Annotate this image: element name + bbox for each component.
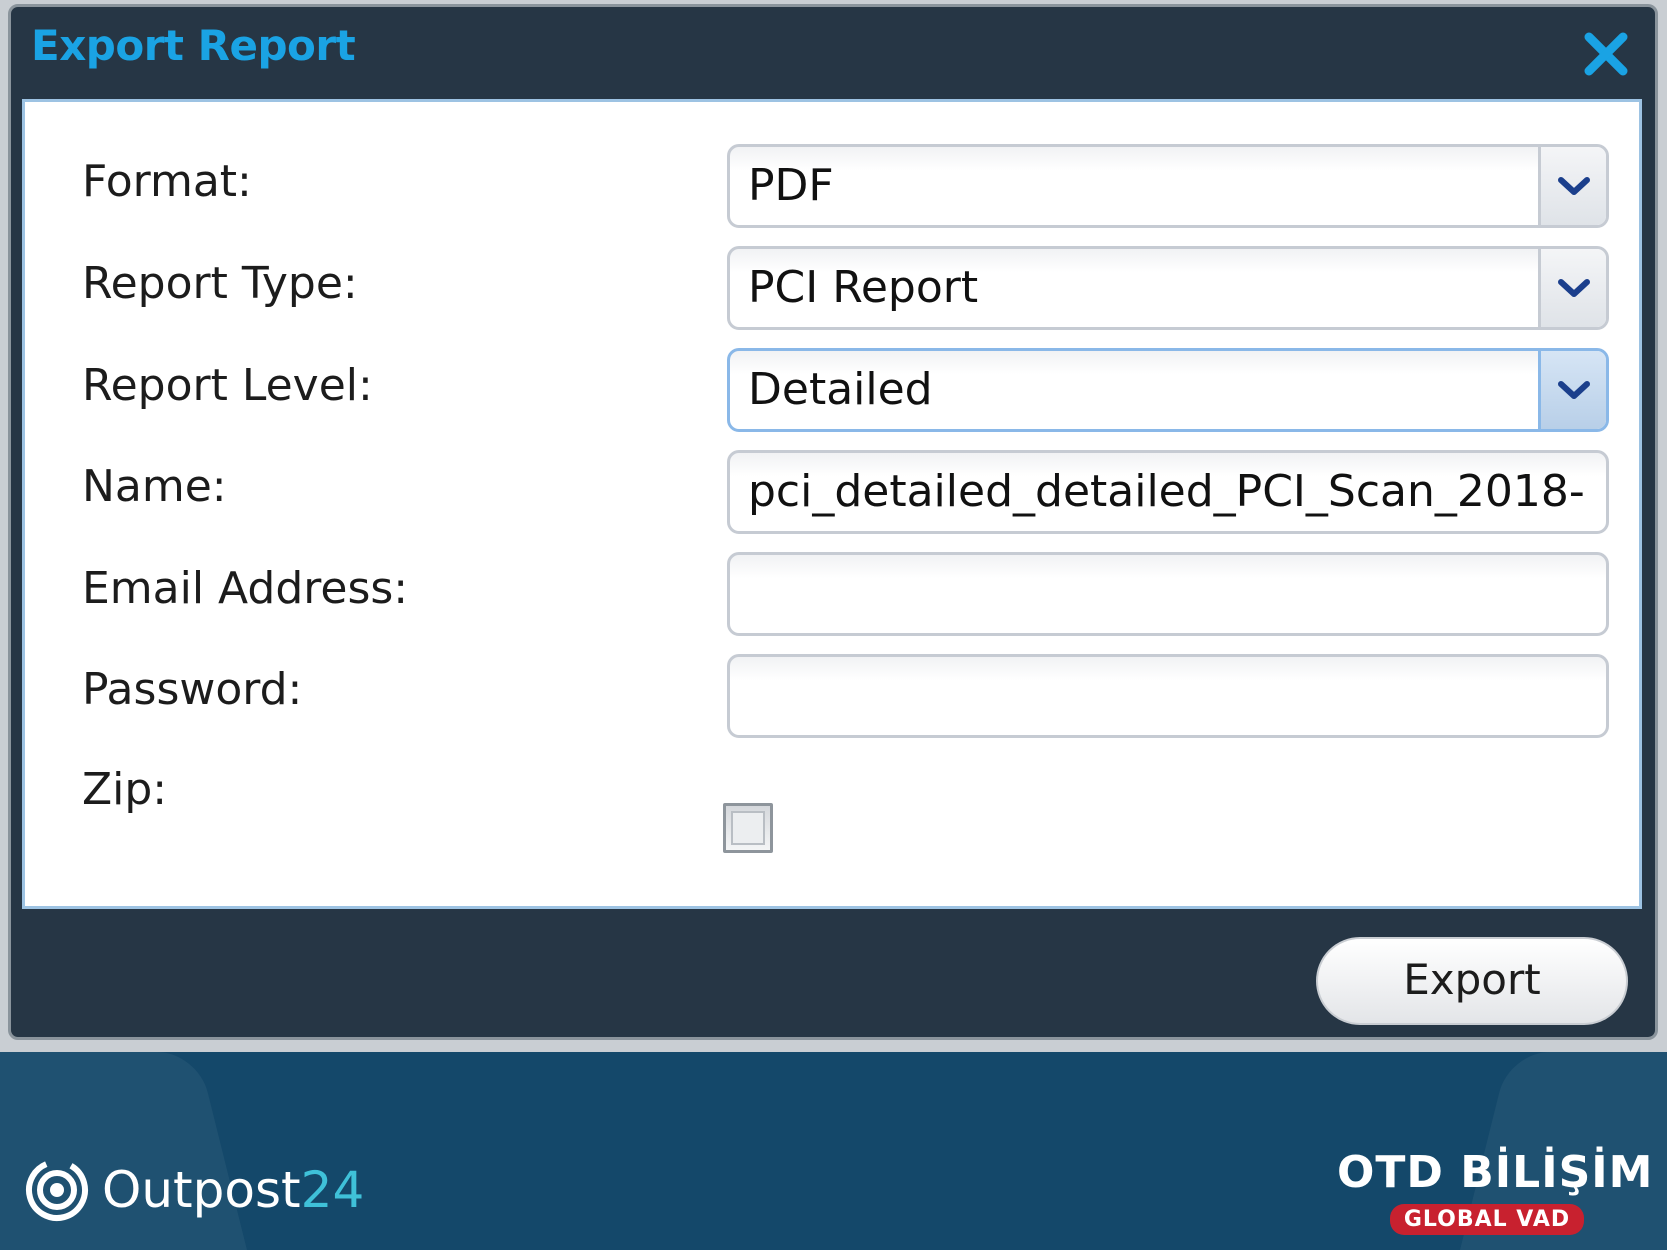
name-value: pci_detailed_detailed_PCI_Scan_2018- xyxy=(748,466,1585,517)
email-input[interactable] xyxy=(748,555,1606,633)
email-label: Email Address: xyxy=(82,563,409,614)
chevron-down-icon xyxy=(1557,381,1590,399)
format-label: Format: xyxy=(82,156,252,207)
report-level-label: Report Level: xyxy=(82,360,373,411)
password-label: Password: xyxy=(82,664,303,715)
dialog-title: Export Report xyxy=(31,21,356,70)
report-type-value: PCI Report xyxy=(748,262,979,313)
format-dropdown-button[interactable] xyxy=(1538,147,1606,225)
otd-bilisim-title: OTD BİLİŞİM xyxy=(1337,1147,1654,1198)
export-report-dialog: Export Report Format: PDF Report Type: P… xyxy=(8,4,1658,1040)
zip-label: Zip: xyxy=(82,764,168,815)
format-select[interactable]: PDF xyxy=(727,144,1609,228)
report-level-value: Detailed xyxy=(748,364,933,415)
chevron-down-icon xyxy=(1557,177,1590,195)
email-field[interactable] xyxy=(727,552,1609,636)
name-label: Name: xyxy=(82,461,227,512)
password-field[interactable] xyxy=(727,654,1609,738)
report-level-dropdown-button[interactable] xyxy=(1538,351,1606,429)
format-value: PDF xyxy=(748,160,834,211)
otd-bilisim-brand: OTD BİLİŞİM GLOBAL VAD xyxy=(1337,1147,1654,1235)
password-input[interactable] xyxy=(748,657,1606,735)
form-panel: Format: PDF Report Type: PCI Report Repo… xyxy=(22,99,1642,909)
outpost24-logo-icon xyxy=(25,1159,88,1221)
outpost24-wordmark: Outpost24 xyxy=(102,1161,364,1219)
export-button[interactable]: Export xyxy=(1316,937,1628,1025)
close-icon xyxy=(1584,32,1628,76)
close-button[interactable] xyxy=(1575,23,1637,85)
report-type-select[interactable]: PCI Report xyxy=(727,246,1609,330)
outpost-number: 24 xyxy=(300,1161,365,1219)
report-type-label: Report Type: xyxy=(82,258,358,309)
report-type-dropdown-button[interactable] xyxy=(1538,249,1606,327)
outpost24-brand: Outpost24 xyxy=(24,1150,364,1230)
zip-checkbox[interactable] xyxy=(723,803,773,853)
name-field[interactable]: pci_detailed_detailed_PCI_Scan_2018- xyxy=(727,450,1609,534)
chevron-down-icon xyxy=(1557,279,1590,297)
report-level-select[interactable]: Detailed xyxy=(727,348,1609,432)
outpost-text: Outpost xyxy=(102,1161,301,1219)
global-vad-badge: GLOBAL VAD xyxy=(1389,1204,1585,1235)
